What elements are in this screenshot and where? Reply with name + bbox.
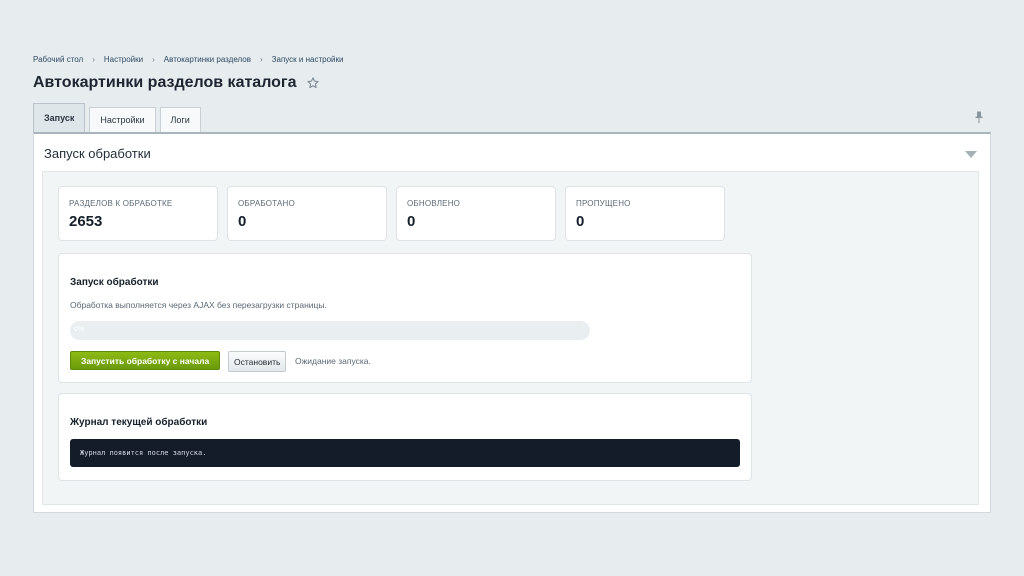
run-panel: Запуск обработки Разделов к обработке 26…	[33, 132, 991, 513]
stat-value: 2653	[69, 213, 103, 230]
pin-icon[interactable]	[974, 111, 984, 123]
run-card-title: Запуск обработки	[70, 277, 159, 288]
breadcrumb: Рабочий стол › Настройки › Автокартинки …	[33, 55, 343, 64]
page-title-row: Автокартинки разделов каталога	[33, 74, 320, 92]
stat-value: 0	[576, 213, 585, 230]
progress-bar: 0%	[70, 321, 590, 340]
tab-run[interactable]: Запуск	[33, 103, 86, 132]
breadcrumb-item-autopictures[interactable]: Автокартинки разделов	[164, 55, 251, 64]
chevron-down-icon[interactable]	[965, 151, 977, 158]
stat-card-skipped: Пропущено 0	[565, 186, 725, 241]
tab-settings[interactable]: Настройки	[89, 107, 156, 132]
log-card-title: Журнал текущей обработки	[70, 417, 208, 428]
stat-label: Обработано	[238, 199, 295, 208]
start-processing-button[interactable]: Запустить обработку с начала	[70, 351, 221, 370]
stat-label: Обновлено	[407, 199, 461, 208]
status-text: Ожидание запуска.	[295, 356, 371, 366]
progress-text: 0%	[74, 326, 85, 333]
breadcrumb-item-desktop[interactable]: Рабочий стол	[33, 55, 83, 64]
page-title: Автокартинки разделов каталога	[33, 74, 297, 91]
stat-card-to-process: Разделов к обработке 2653	[58, 186, 218, 241]
breadcrumb-separator: ›	[152, 55, 155, 64]
tab-bar: Запуск Настройки Логи	[33, 103, 205, 132]
tab-logs[interactable]: Логи	[159, 107, 201, 132]
star-icon[interactable]	[306, 76, 320, 90]
panel-title: Запуск обработки	[44, 146, 151, 161]
run-card: Запуск обработки Обработка выполняется ч…	[58, 253, 752, 383]
run-card-description: Обработка выполняется через AJAX без пер…	[70, 300, 327, 310]
stat-label: Разделов к обработке	[69, 199, 173, 208]
stop-button[interactable]: Остановить	[228, 351, 287, 372]
stat-card-processed: Обработано 0	[227, 186, 387, 241]
breadcrumb-item-current[interactable]: Запуск и настройки	[272, 55, 344, 64]
breadcrumb-item-settings[interactable]: Настройки	[104, 55, 143, 64]
breadcrumb-separator: ›	[92, 55, 95, 64]
stat-card-updated: Обновлено 0	[396, 186, 556, 241]
breadcrumb-separator: ›	[259, 55, 263, 64]
stat-value: 0	[238, 213, 247, 230]
panel-body: Разделов к обработке 2653 Обработано 0 О…	[42, 171, 979, 505]
log-card: Журнал текущей обработки Журнал появится…	[58, 393, 752, 481]
stat-value: 0	[407, 213, 416, 230]
stat-label: Пропущено	[576, 199, 631, 208]
log-output: Журнал появится после запуска.	[70, 439, 740, 467]
